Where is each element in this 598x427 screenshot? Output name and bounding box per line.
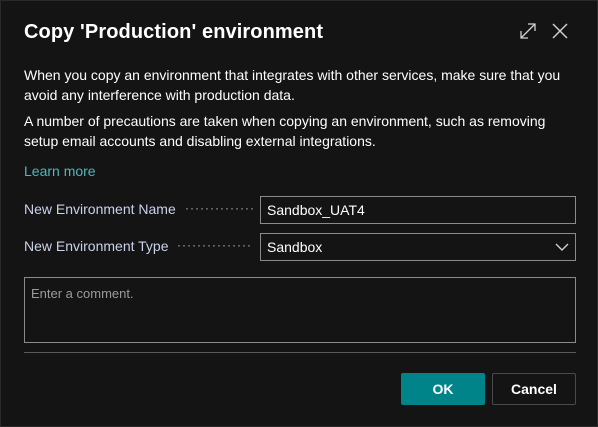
environment-type-value: Sandbox	[267, 239, 323, 255]
chevron-down-icon	[555, 243, 569, 251]
info-paragraph-interference: When you copy an environment that integr…	[24, 67, 561, 103]
footer-divider	[24, 352, 576, 353]
copy-environment-dialog: Copy 'Production' environment When you c…	[0, 0, 598, 427]
comment-textarea[interactable]	[24, 277, 576, 343]
leader-dots: ··················	[185, 201, 253, 215]
dialog-title: Copy 'Production' environment	[24, 21, 324, 43]
ok-button[interactable]: OK	[401, 373, 485, 405]
info-paragraph-precautions: A number of precautions are taken when c…	[24, 113, 546, 149]
environment-type-label: New Environment Type	[24, 238, 169, 254]
environment-name-input[interactable]	[260, 196, 576, 224]
leader-dots: ····················	[177, 238, 253, 252]
close-icon[interactable]	[550, 21, 570, 41]
cancel-button[interactable]: Cancel	[492, 373, 576, 405]
environment-type-select[interactable]: Sandbox	[260, 233, 576, 261]
environment-name-label: New Environment Name	[24, 201, 176, 217]
learn-more-link[interactable]: Learn more	[24, 163, 96, 179]
expand-icon[interactable]	[518, 21, 538, 41]
